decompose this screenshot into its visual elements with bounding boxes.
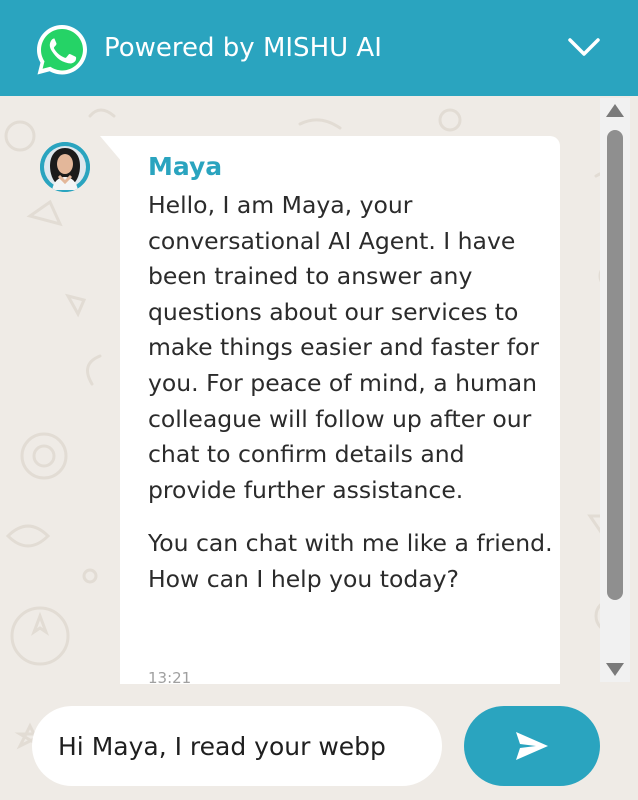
chat-header: Powered by MISHU AI bbox=[0, 0, 638, 96]
scrollbar-thumb[interactable] bbox=[607, 130, 623, 600]
whatsapp-icon bbox=[37, 25, 87, 75]
triangle-up-icon[interactable] bbox=[600, 98, 630, 124]
sender-name: Maya bbox=[148, 152, 223, 181]
triangle-down-icon[interactable] bbox=[600, 656, 630, 682]
avatar bbox=[40, 142, 90, 192]
message-text: Hello, I am Maya, your conversational AI… bbox=[148, 188, 553, 598]
scrollbar[interactable] bbox=[600, 98, 630, 682]
message-input[interactable] bbox=[32, 706, 442, 786]
header-title: Powered by MISHU AI bbox=[104, 33, 382, 63]
message-paragraph: You can chat with me like a friend. How … bbox=[148, 529, 553, 593]
message-bubble-tail bbox=[100, 136, 122, 162]
send-icon bbox=[516, 732, 548, 760]
chevron-down-icon[interactable] bbox=[564, 28, 604, 68]
message-timestamp: 13:21 bbox=[148, 669, 192, 684]
send-button[interactable] bbox=[464, 706, 600, 786]
agent-portrait bbox=[40, 142, 90, 192]
composer bbox=[0, 686, 638, 800]
chat-widget: Powered by MISHU AI Maya Hello, I am May… bbox=[0, 0, 638, 800]
message-paragraph: Hello, I am Maya, your conversational AI… bbox=[148, 191, 540, 504]
message-bubble: Maya Hello, I am Maya, your conversation… bbox=[120, 136, 560, 684]
